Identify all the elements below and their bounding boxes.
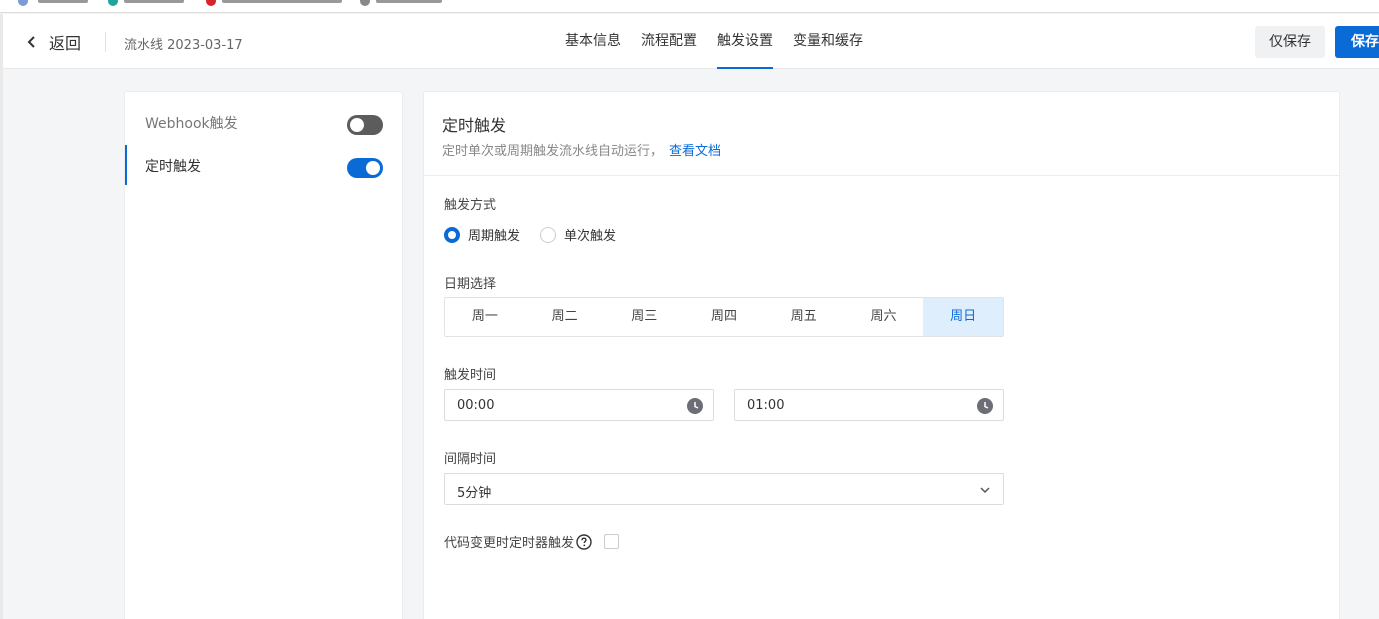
webhook-toggle[interactable] bbox=[347, 115, 383, 135]
day-tuesday[interactable]: 周二 bbox=[525, 298, 605, 336]
code-change-trigger-row: 代码变更时定时器触发 bbox=[444, 532, 620, 551]
browser-bookmark-bar bbox=[0, 0, 1379, 13]
tab-flow-config[interactable]: 流程配置 bbox=[641, 14, 697, 69]
day-selector: 周一 周二 周三 周四 周五 周六 周日 bbox=[444, 297, 1004, 337]
trigger-mode-radio-group: 周期触发 单次触发 bbox=[444, 225, 636, 244]
tab-trigger-settings[interactable]: 触发设置 bbox=[717, 14, 773, 69]
trigger-list-panel: Webhook触发 定时触发 bbox=[124, 91, 403, 619]
end-time-input[interactable]: 01:00 bbox=[734, 389, 1004, 421]
interval-select[interactable]: 5分钟 bbox=[444, 473, 1004, 505]
timer-config-panel: 定时触发 定时单次或周期触发流水线自动运行， 查看文档 触发方式 周期触发 单次触… bbox=[423, 91, 1340, 619]
save-only-button[interactable]: 仅保存 bbox=[1255, 26, 1325, 58]
tab-bar: 基本信息 流程配置 触发设置 变量和缓存 bbox=[565, 14, 883, 69]
radio-icon bbox=[540, 226, 557, 243]
bookmark-icon[interactable] bbox=[18, 0, 28, 6]
clock-icon[interactable] bbox=[687, 398, 703, 414]
trigger-time-label: 触发时间 bbox=[444, 368, 497, 383]
radio-label: 周期触发 bbox=[468, 229, 521, 244]
clock-icon[interactable] bbox=[977, 398, 993, 414]
start-time-value: 00:00 bbox=[457, 398, 495, 413]
end-time-value: 01:00 bbox=[747, 398, 785, 413]
radio-periodic[interactable]: 周期触发 bbox=[444, 225, 520, 244]
day-sunday[interactable]: 周日 bbox=[923, 298, 1004, 336]
trigger-item-webhook[interactable]: Webhook触发 bbox=[125, 102, 402, 142]
radio-once[interactable]: 单次触发 bbox=[540, 225, 616, 244]
trigger-mode-label: 触发方式 bbox=[444, 198, 497, 213]
bookmark-icon[interactable] bbox=[360, 0, 370, 6]
day-saturday[interactable]: 周六 bbox=[844, 298, 924, 336]
trigger-label: 定时触发 bbox=[145, 159, 201, 175]
browser-edge bbox=[0, 14, 3, 619]
back-label: 返回 bbox=[49, 34, 82, 53]
bookmark-item[interactable] bbox=[376, 0, 442, 3]
radio-icon bbox=[444, 226, 460, 243]
save-button[interactable]: 保存 bbox=[1335, 26, 1379, 58]
trigger-label: Webhook触发 bbox=[145, 116, 238, 132]
back-button[interactable]: 返回 bbox=[25, 30, 81, 54]
panel-header: 定时触发 定时单次或周期触发流水线自动运行， 查看文档 bbox=[424, 92, 1339, 176]
bookmark-item[interactable] bbox=[222, 0, 342, 3]
question-circle-icon[interactable] bbox=[576, 533, 592, 550]
tab-basic-info[interactable]: 基本信息 bbox=[565, 14, 621, 69]
bookmark-item[interactable] bbox=[124, 0, 184, 3]
start-time-input[interactable]: 00:00 bbox=[444, 389, 714, 421]
interval-value: 5分钟 bbox=[457, 486, 492, 501]
page-header: 返回 流水线 2023-03-17 基本信息 流程配置 触发设置 变量和缓存 仅… bbox=[3, 14, 1379, 69]
bookmark-item[interactable] bbox=[38, 0, 88, 3]
day-friday[interactable]: 周五 bbox=[764, 298, 844, 336]
tab-variables-cache[interactable]: 变量和缓存 bbox=[793, 14, 863, 69]
interval-label: 间隔时间 bbox=[444, 452, 497, 467]
panel-title: 定时触发 bbox=[442, 116, 507, 135]
description-text: 定时单次或周期触发流水线自动运行， bbox=[442, 144, 664, 159]
chevron-left-icon bbox=[27, 36, 35, 48]
date-select-label: 日期选择 bbox=[444, 277, 497, 292]
code-change-label: 代码变更时定时器触发 bbox=[444, 536, 575, 551]
doc-link[interactable]: 查看文档 bbox=[669, 144, 721, 159]
pipeline-name: 流水线 2023-03-17 bbox=[124, 38, 243, 53]
toggle-knob bbox=[350, 118, 364, 132]
day-thursday[interactable]: 周四 bbox=[684, 298, 764, 336]
radio-label: 单次触发 bbox=[564, 229, 617, 244]
day-wednesday[interactable]: 周三 bbox=[604, 298, 684, 336]
trigger-item-timer[interactable]: 定时触发 bbox=[125, 145, 402, 185]
timer-toggle[interactable] bbox=[347, 158, 383, 178]
code-change-checkbox[interactable] bbox=[604, 534, 620, 549]
day-monday[interactable]: 周一 bbox=[445, 298, 525, 336]
chevron-down-icon bbox=[980, 487, 990, 494]
bookmark-icon[interactable] bbox=[108, 0, 118, 6]
header-divider bbox=[105, 32, 106, 52]
bookmark-icon[interactable] bbox=[206, 0, 216, 6]
panel-description: 定时单次或周期触发流水线自动运行， 查看文档 bbox=[442, 140, 721, 159]
toggle-knob bbox=[366, 161, 380, 175]
